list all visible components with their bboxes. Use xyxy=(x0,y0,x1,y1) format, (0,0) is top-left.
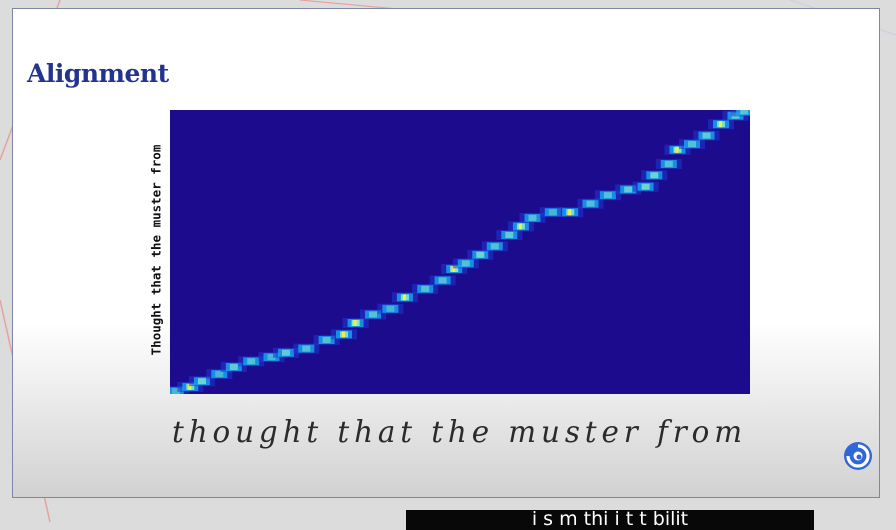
heatmap-cell xyxy=(586,200,595,207)
heatmap-cell xyxy=(282,349,290,356)
heatmap-cell xyxy=(438,277,447,284)
heatmap-peak-cell xyxy=(353,320,357,326)
swirl-logo-icon xyxy=(844,442,872,470)
y-axis-text: Thought that the muster from xyxy=(148,144,164,356)
heatmap-peak-cell xyxy=(568,209,572,216)
heatmap-cell xyxy=(528,214,537,221)
slide-title: Alignment xyxy=(27,59,169,88)
heatmap-peak-cell xyxy=(518,223,522,230)
heatmap-cell xyxy=(740,110,749,115)
heatmap-cell xyxy=(664,161,673,167)
heatmap-cell xyxy=(369,311,377,318)
subtitle-caption: i s m thi i t t bilit xyxy=(406,510,814,530)
alignment-heatmap xyxy=(170,110,750,394)
heatmap-cell xyxy=(229,364,238,370)
heatmap-peak-cell xyxy=(402,294,406,301)
heatmap-cell xyxy=(322,337,331,343)
heatmap-cell xyxy=(505,232,514,238)
heatmap-cell xyxy=(548,209,557,216)
heatmap-cell xyxy=(641,183,650,190)
heatmap-cell xyxy=(702,132,711,139)
heatmap-peak-cell xyxy=(675,146,679,153)
heatmap-background xyxy=(170,110,750,394)
heatmap-peak-cell xyxy=(342,331,345,338)
heatmap-cell xyxy=(624,186,633,193)
heatmap-cell xyxy=(476,251,485,258)
heatmap-cell xyxy=(386,305,395,312)
heatmap-cell xyxy=(421,285,430,292)
heatmap-cell xyxy=(302,345,311,352)
heatmap-cell xyxy=(650,172,659,179)
heatmap-cell xyxy=(688,141,696,148)
heatmap-peak-cell xyxy=(719,121,722,128)
heatmap-cell xyxy=(197,378,206,385)
heatmap-cell xyxy=(490,243,499,250)
heatmap-cell xyxy=(247,358,256,365)
heatmap-cell xyxy=(461,260,470,267)
handwritten-transcript: thought that the muster from xyxy=(172,415,747,450)
heatmap-cell xyxy=(603,192,612,199)
handwritten-text: thought that the muster from xyxy=(172,415,747,450)
